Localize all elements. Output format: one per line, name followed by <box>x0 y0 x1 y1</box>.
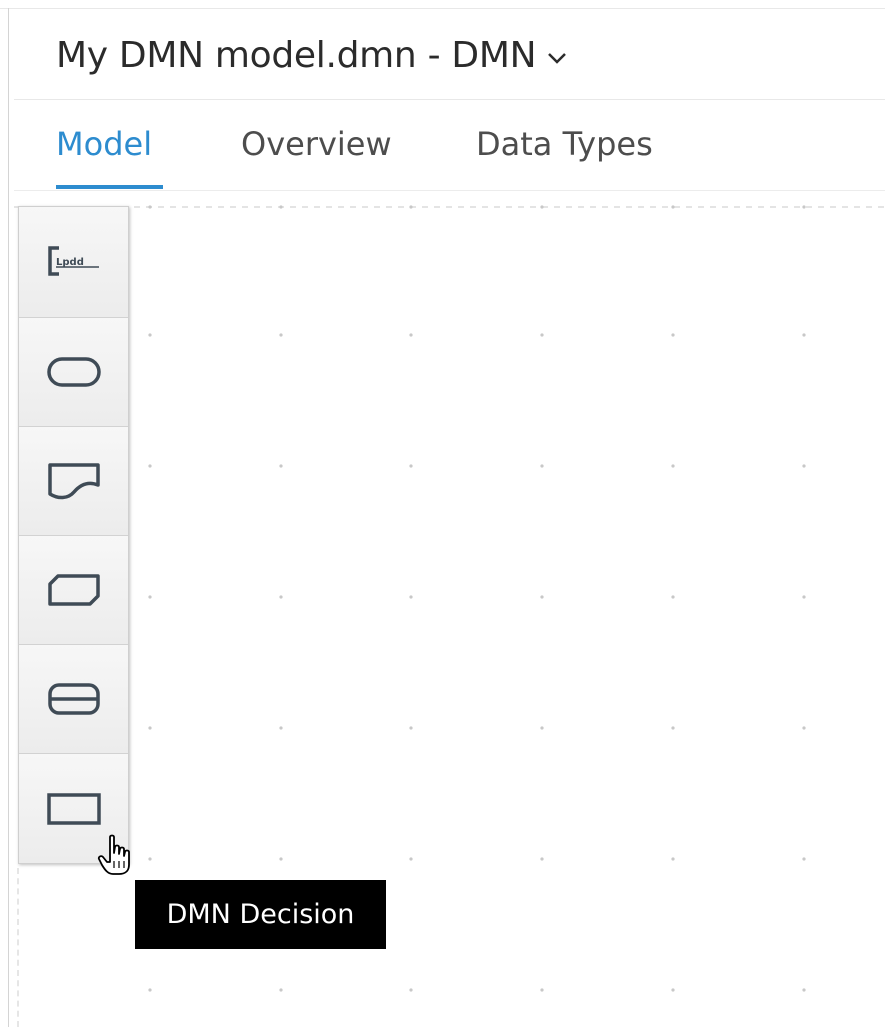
grid-dot <box>671 726 675 730</box>
grid-dot <box>148 464 152 468</box>
tab-overview[interactable]: Overview <box>241 125 392 163</box>
palette-item-decision-service[interactable] <box>19 645 128 754</box>
window-left-edge <box>8 8 9 1027</box>
decision-service-icon <box>47 683 100 715</box>
grid-dot <box>802 595 806 599</box>
grid-dot <box>409 595 413 599</box>
grid-dot <box>148 988 152 992</box>
hand-cursor-icon <box>97 834 130 875</box>
grid-dot <box>802 726 806 730</box>
grid-dot <box>279 333 283 337</box>
file-title: My DMN model.dmn - DMN <box>56 35 537 76</box>
dmn-editor: My DMN model.dmn - DMN Model Overview Da… <box>0 0 885 1027</box>
grid-dot <box>802 333 806 337</box>
palette-item-knowledge-source[interactable] <box>19 427 128 536</box>
chevron-down-icon[interactable] <box>546 33 568 74</box>
grid-dot <box>148 333 152 337</box>
grid-dot <box>279 595 283 599</box>
window-top-edge <box>0 0 885 9</box>
grid-dot <box>540 595 544 599</box>
text-annotation-icon: Lpdd <box>47 246 99 276</box>
grid-dot <box>279 726 283 730</box>
grid-dot <box>409 988 413 992</box>
grid-dot <box>409 857 413 861</box>
grid-dot <box>802 857 806 861</box>
grid-dot <box>279 205 283 209</box>
grid-dot <box>540 726 544 730</box>
grid-dot <box>148 857 152 861</box>
grid-dot <box>671 464 675 468</box>
grid-dot <box>540 857 544 861</box>
grid-dot <box>148 595 152 599</box>
tab-data-types[interactable]: Data Types <box>476 125 653 163</box>
grid-dot <box>802 988 806 992</box>
grid-dot <box>279 464 283 468</box>
editor-tabs: Model Overview Data Types <box>14 101 885 191</box>
grid-dot <box>671 333 675 337</box>
grid-dot <box>540 988 544 992</box>
grid-dot <box>540 205 544 209</box>
active-tab-indicator <box>56 185 163 189</box>
grid-dot <box>802 205 806 209</box>
grid-dot <box>409 333 413 337</box>
grid-dot <box>279 857 283 861</box>
decision-icon <box>46 792 101 825</box>
tab-model[interactable]: Model <box>56 125 152 163</box>
grid-dot <box>671 205 675 209</box>
grid-dot <box>540 333 544 337</box>
grid-dot <box>409 726 413 730</box>
grid-dot <box>279 988 283 992</box>
grid-dot <box>409 464 413 468</box>
tooltip-text: DMN Decision <box>166 899 355 930</box>
palette-item-text-annotation[interactable]: Lpdd <box>19 207 128 318</box>
grid-dot <box>148 726 152 730</box>
input-data-icon <box>46 357 101 387</box>
business-knowledge-model-icon <box>47 574 100 606</box>
palette-item-input-data[interactable] <box>19 318 128 427</box>
title-bar: My DMN model.dmn - DMN <box>14 10 885 100</box>
file-title-menu[interactable]: My DMN model.dmn - DMN <box>56 35 568 78</box>
grid-dot <box>671 988 675 992</box>
knowledge-source-icon <box>47 463 100 500</box>
palette-item-business-knowledge-model[interactable] <box>19 536 128 645</box>
grid-dot <box>409 205 413 209</box>
grid-dot <box>802 464 806 468</box>
grid-dot <box>148 205 152 209</box>
tooltip: DMN Decision <box>135 880 386 949</box>
grid-dot <box>671 857 675 861</box>
grid-dot <box>540 464 544 468</box>
node-palette: Lpdd <box>18 206 129 864</box>
grid-dot <box>671 595 675 599</box>
